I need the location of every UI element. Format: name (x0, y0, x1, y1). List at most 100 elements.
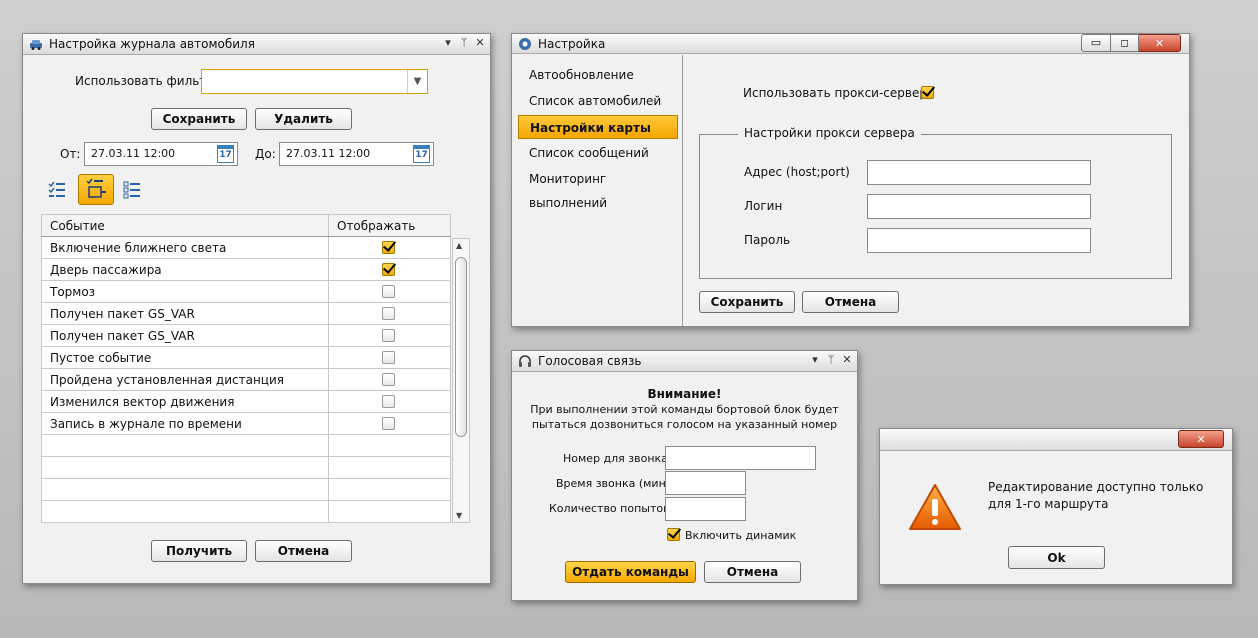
chevron-down-icon[interactable]: ▼ (407, 70, 427, 93)
proxy-group: Настройки прокси сервера Адрес (host;por… (699, 126, 1172, 279)
nav-item-auto-update[interactable]: Автообновление (518, 63, 678, 87)
table-row[interactable]: Изменился вектор движения (41, 390, 451, 413)
scroll-up-icon[interactable]: ▲ (456, 241, 462, 250)
nav-item-message-list[interactable]: Список сообщений (518, 141, 678, 165)
send-command-button[interactable]: Отдать команды (565, 561, 696, 583)
voice-titlebar[interactable]: Голосовая связь ▾ ᛘ ✕ (512, 351, 857, 372)
table-row[interactable]: Включение ближнего света (41, 236, 451, 259)
save-button[interactable]: Сохранить (699, 291, 795, 313)
to-date-field[interactable]: 27.03.11 12:00 17 (279, 142, 434, 166)
scrollbar-thumb[interactable] (455, 257, 467, 437)
column-header-event[interactable]: Событие (41, 214, 329, 237)
get-button[interactable]: Получить (151, 540, 247, 562)
show-checkbox[interactable] (382, 395, 395, 408)
event-cell: Получен пакет GS_VAR (41, 324, 329, 347)
scroll-down-icon[interactable]: ▼ (456, 511, 462, 520)
dropdown-arrow-icon[interactable]: ▾ (442, 36, 454, 49)
attempts-label: Количество попыток: (549, 502, 674, 515)
calendar-icon[interactable]: 17 (413, 145, 430, 163)
list-view-icon[interactable] (121, 178, 143, 200)
show-checkbox[interactable] (382, 329, 395, 342)
show-checkbox[interactable] (382, 373, 395, 386)
close-icon[interactable]: ✕ (1178, 430, 1224, 448)
pin-icon[interactable]: ᛘ (458, 36, 470, 49)
event-cell: Тормоз (41, 280, 329, 303)
warning-line-1: При выполнении этой команды бортовой бло… (530, 403, 839, 416)
table-row[interactable]: Пустое событие (41, 346, 451, 369)
from-date-field[interactable]: 27.03.11 12:00 17 (84, 142, 238, 166)
event-cell: Запись в журнале по времени (41, 412, 329, 435)
show-checkbox[interactable] (382, 285, 395, 298)
to-date-value: 27.03.11 12:00 (286, 147, 371, 160)
speaker-label: Включить динамик (685, 529, 797, 542)
show-checkbox[interactable] (382, 417, 395, 430)
event-cell: Дверь пассажира (41, 258, 329, 281)
alert-titlebar[interactable]: ✕ (880, 429, 1232, 451)
event-cell: Включение ближнего света (41, 236, 329, 259)
cancel-button[interactable]: Отмена (802, 291, 899, 313)
from-label: От: (60, 147, 81, 161)
attempts-field[interactable] (665, 497, 746, 521)
show-checkbox[interactable] (382, 241, 395, 254)
show-checkbox[interactable] (382, 307, 395, 320)
window-title: Настройка журнала автомобиля (49, 37, 255, 51)
close-icon[interactable]: ✕ (474, 36, 486, 49)
table-row[interactable]: Тормоз (41, 280, 451, 303)
events-table: Событие Отображать Включение ближнего св… (41, 214, 451, 523)
filter-select[interactable]: ▼ (201, 69, 428, 94)
minimize-icon[interactable]: ▭ (1081, 34, 1111, 52)
address-label: Адрес (host;port) (744, 165, 850, 179)
tree-view-icon[interactable] (78, 174, 114, 205)
settings-icon (518, 37, 532, 51)
window-title: Настройка (538, 36, 606, 51)
journal-titlebar[interactable]: Настройка журнала автомобиля ▾ ᛘ ✕ (23, 34, 490, 55)
table-row (41, 478, 451, 501)
delete-button[interactable]: Удалить (255, 108, 352, 130)
car-icon (29, 37, 43, 51)
window-title: Голосовая связь (538, 354, 642, 368)
table-scrollbar[interactable]: ▲ ▼ (452, 238, 470, 523)
number-field[interactable] (665, 446, 816, 470)
dropdown-arrow-icon[interactable]: ▾ (809, 353, 821, 366)
use-proxy-checkbox[interactable] (921, 86, 934, 99)
close-icon[interactable]: ✕ (1139, 34, 1181, 52)
ok-button[interactable]: Ok (1008, 546, 1105, 569)
save-button[interactable]: Сохранить (151, 108, 247, 130)
number-label: Номер для звонка: (563, 452, 672, 465)
settings-titlebar[interactable]: Настройка ▭ ◻ ✕ (512, 34, 1189, 54)
close-icon[interactable]: ✕ (841, 353, 853, 366)
password-field[interactable] (867, 228, 1091, 253)
warning-title: Внимание! (647, 387, 722, 401)
table-row (41, 434, 451, 457)
from-date-value: 27.03.11 12:00 (91, 147, 176, 160)
pin-icon[interactable]: ᛘ (825, 353, 837, 366)
checklist-icon[interactable] (46, 178, 68, 200)
table-row[interactable]: Дверь пассажира (41, 258, 451, 281)
duration-label: Время звонка (мин): (556, 477, 674, 490)
warning-icon (907, 482, 963, 532)
show-checkbox[interactable] (382, 351, 395, 364)
table-row[interactable]: Получен пакет GS_VAR (41, 302, 451, 325)
address-field[interactable] (867, 160, 1091, 185)
nav-item-execution-monitoring[interactable]: Мониторинг выполнений (518, 167, 678, 210)
show-checkbox[interactable] (382, 263, 395, 276)
login-field[interactable] (867, 194, 1091, 219)
table-row[interactable]: Получен пакет GS_VAR (41, 324, 451, 347)
speaker-checkbox[interactable] (667, 528, 680, 541)
filter-label: Использовать фильтр: (75, 74, 218, 88)
nav-item-vehicle-list[interactable]: Список автомобилей (518, 89, 678, 113)
use-proxy-label: Использовать прокси-сервер (743, 86, 927, 100)
journal-settings-window: Настройка журнала автомобиля ▾ ᛘ ✕ Испол… (22, 33, 491, 584)
password-label: Пароль (744, 233, 791, 247)
voice-call-window: Голосовая связь ▾ ᛘ ✕ Внимание! При выпо… (511, 350, 858, 601)
duration-field[interactable] (665, 471, 746, 495)
nav-item-map-settings[interactable]: Настройки карты (518, 115, 678, 139)
calendar-icon[interactable]: 17 (217, 145, 234, 163)
column-header-show[interactable]: Отображать (328, 214, 451, 237)
maximize-icon[interactable]: ◻ (1111, 34, 1139, 52)
table-row[interactable]: Запись в журнале по времени (41, 412, 451, 435)
cancel-button[interactable]: Отмена (704, 561, 801, 583)
cancel-button[interactable]: Отмена (255, 540, 352, 562)
event-cell: Пустое событие (41, 346, 329, 369)
table-row[interactable]: Пройдена установленная дистанция (41, 368, 451, 391)
